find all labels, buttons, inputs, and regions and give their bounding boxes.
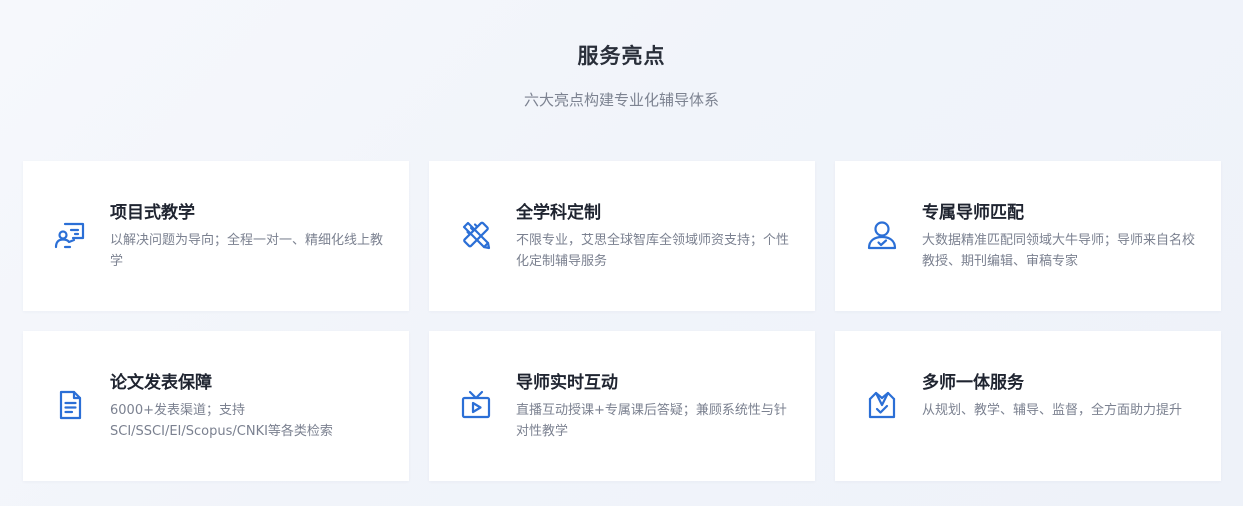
card-description: 不限专业，艾思全球智库全领域师资支持；个性化定制辅导服务 xyxy=(516,233,790,269)
service-highlights-section: 服务亮点 六大亮点构建专业化辅导体系 项目式教学 以解决问题为导向；全程一对一、… xyxy=(0,0,1243,506)
highlight-card-realtime-interaction: 导师实时互动 直播互动授课+专属课后答疑；兼顾系统性与针对性教学 xyxy=(429,331,815,481)
highlight-card-multi-tutor: 多师一体服务 从规划、教学、辅导、监督，全方面助力提升 xyxy=(835,331,1221,481)
card-title: 项目式教学 xyxy=(110,203,195,223)
pencil-ruler-icon xyxy=(459,218,493,252)
card-description: 6000+发表渠道；支持SCI/SSCI/EI/Scopus/CNKI等各类检索 xyxy=(110,403,333,439)
highlight-card-full-discipline: 全学科定制 不限专业，艾思全球智库全领域师资支持；个性化定制辅导服务 xyxy=(429,161,815,311)
team-badge-icon xyxy=(865,388,899,422)
card-title: 全学科定制 xyxy=(516,203,601,223)
highlight-card-exclusive-tutor: 专属导师匹配 大数据精准匹配同领域大牛导师；导师来自名校教授、期刊编辑、审稿专家 xyxy=(835,161,1221,311)
user-check-icon xyxy=(865,218,899,252)
section-title: 服务亮点 xyxy=(577,44,666,68)
highlight-card-project-teaching: 项目式教学 以解决问题为导向；全程一对一、精细化线上教学 xyxy=(23,161,409,311)
card-description: 从规划、教学、辅导、监督，全方面助力提升 xyxy=(922,403,1183,418)
card-description: 大数据精准匹配同领域大牛导师；导师来自名校教授、期刊编辑、审稿专家 xyxy=(922,233,1196,269)
tv-play-icon xyxy=(459,388,493,422)
highlight-card-publication-guarantee: 论文发表保障 6000+发表渠道；支持SCI/SSCI/EI/Scopus/CN… xyxy=(23,331,409,481)
section-subtitle: 六大亮点构建专业化辅导体系 xyxy=(523,91,719,109)
card-title: 多师一体服务 xyxy=(922,373,1024,393)
highlights-grid: 项目式教学 以解决问题为导向；全程一对一、精细化线上教学 全学科定制 不限专业，… xyxy=(23,161,1221,481)
document-icon xyxy=(53,388,87,422)
card-title: 论文发表保障 xyxy=(110,373,212,393)
card-title: 导师实时互动 xyxy=(516,373,618,393)
card-description: 直播互动授课+专属课后答疑；兼顾系统性与针对性教学 xyxy=(516,403,787,439)
card-description: 以解决问题为导向；全程一对一、精细化线上教学 xyxy=(110,233,384,269)
presentation-teacher-icon xyxy=(53,218,87,252)
card-title: 专属导师匹配 xyxy=(922,203,1024,223)
